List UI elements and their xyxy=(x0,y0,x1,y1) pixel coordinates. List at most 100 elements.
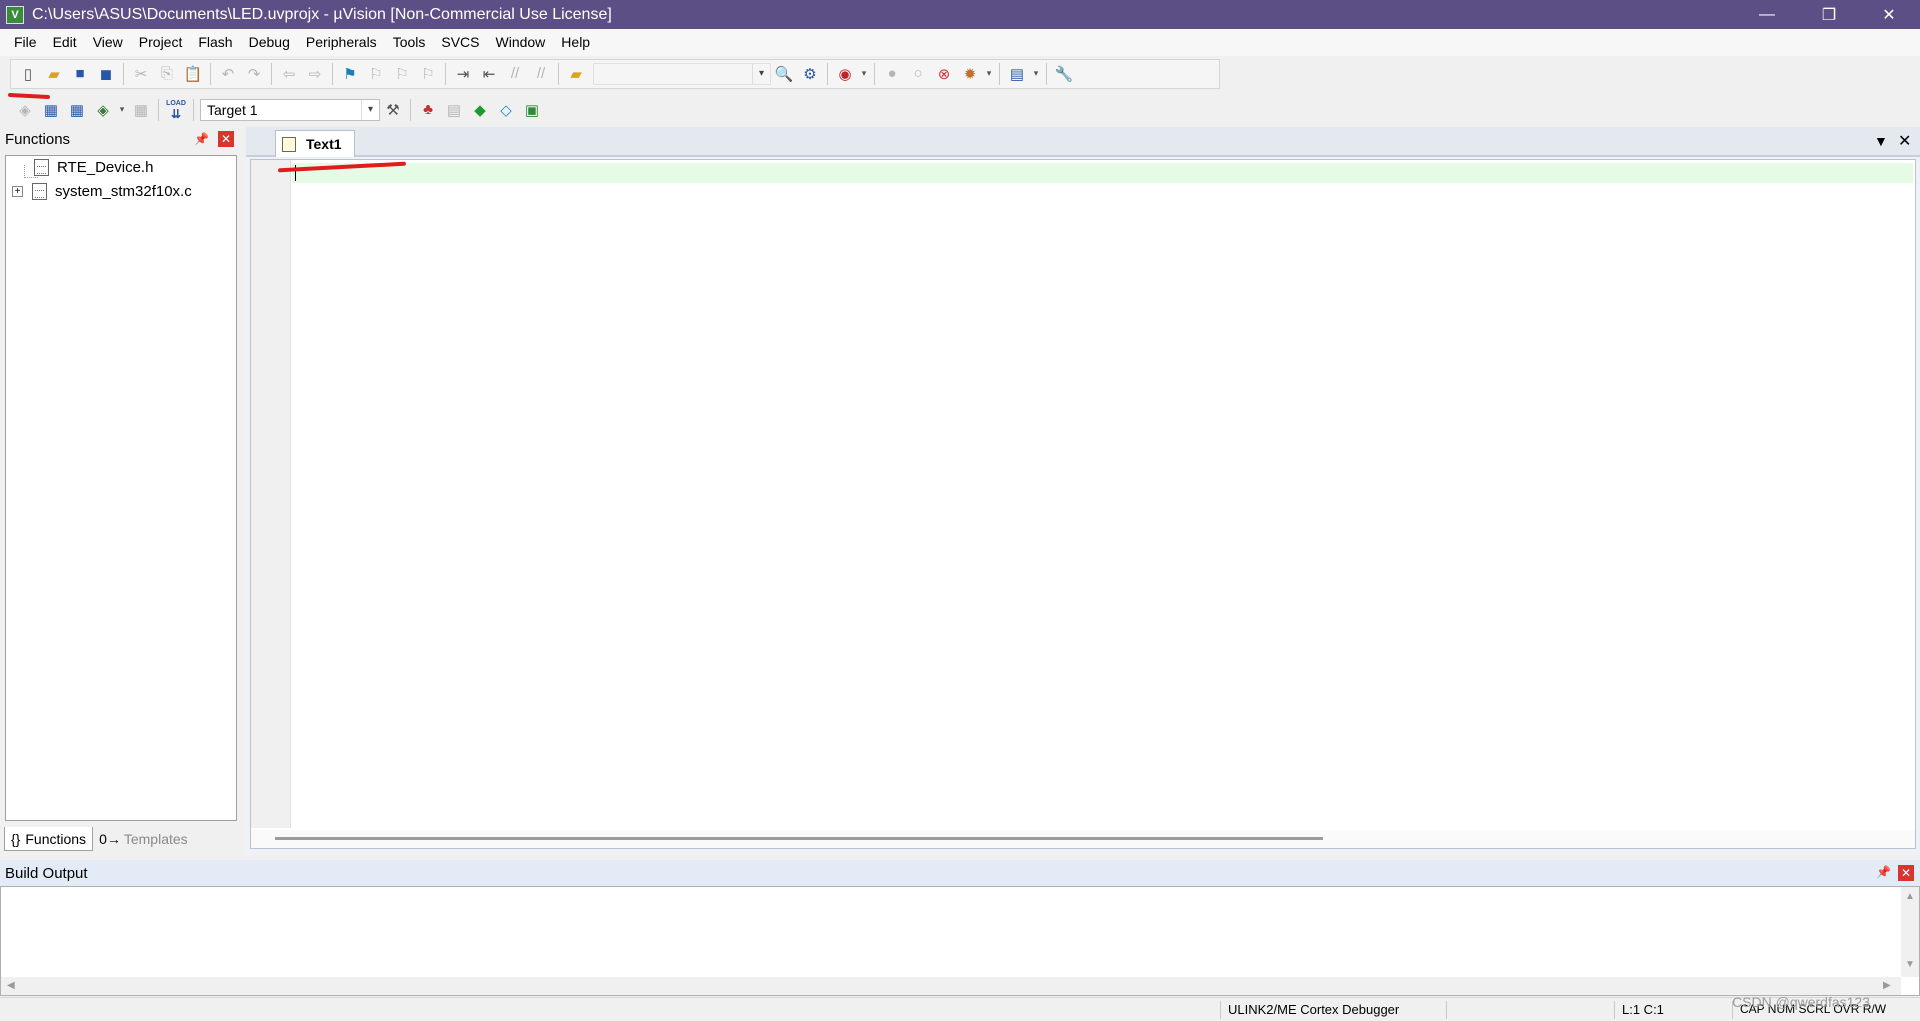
next-bookmark-icon[interactable]: ⚐ xyxy=(389,61,415,87)
restore-button[interactable]: ❐ xyxy=(1800,0,1858,29)
menu-window[interactable]: Window xyxy=(488,29,554,56)
tab-text1-label: Text1 xyxy=(306,136,342,152)
cut-icon[interactable]: ✂ xyxy=(128,61,154,87)
header-file-icon xyxy=(34,158,49,176)
incremental-find-icon[interactable]: 🔍 xyxy=(771,61,797,87)
paste-icon[interactable]: 📋 xyxy=(180,61,206,87)
tab-list-dropdown-icon[interactable]: ▼ xyxy=(1874,133,1888,149)
tree-item[interactable]: + system_stm32f10x.c xyxy=(12,180,192,202)
settings-wrench-icon[interactable]: 🔧 xyxy=(1051,61,1077,87)
templates-icon: 0→ xyxy=(99,831,121,847)
pin-icon[interactable]: 📌 xyxy=(194,132,209,146)
horizontal-scrollbar[interactable]: ◀ ▶ xyxy=(1,977,1901,995)
code-editor[interactable] xyxy=(250,159,1916,849)
device-icon[interactable]: ▣ xyxy=(519,97,545,123)
toolbar-separator xyxy=(999,62,1000,85)
horizontal-scrollbar[interactable] xyxy=(251,830,1915,848)
manage-rte-icon[interactable]: ◆ xyxy=(467,97,493,123)
menu-debug[interactable]: Debug xyxy=(241,29,298,56)
build-output-text[interactable]: ▲ ▼ ◀ ▶ xyxy=(0,886,1920,996)
redo-icon[interactable]: ↷ xyxy=(241,61,267,87)
toolbar-separator xyxy=(123,62,124,85)
indent-icon[interactable]: ⇥ xyxy=(450,61,476,87)
manage-project-items-icon[interactable]: ♣ xyxy=(415,97,441,123)
menu-project[interactable]: Project xyxy=(131,29,191,56)
target-select[interactable]: Target 1 ▾ xyxy=(200,98,380,121)
tab-templates[interactable]: 0→ Templates xyxy=(93,827,194,851)
clear-bookmarks-icon[interactable]: ⚐ xyxy=(415,61,441,87)
close-panel-icon[interactable]: ✕ xyxy=(1898,865,1914,881)
chevron-down-icon[interactable]: ▾ xyxy=(361,99,379,120)
breakpoint-icon[interactable]: ● xyxy=(879,61,905,87)
chevron-down-icon[interactable]: ▾ xyxy=(752,63,770,84)
save-all-icon[interactable]: ◼ xyxy=(93,61,119,87)
kill-breakpoints-icon[interactable]: ⊗ xyxy=(931,61,957,87)
menu-tools[interactable]: Tools xyxy=(385,29,434,56)
window-layout-icon[interactable]: ▤ xyxy=(1004,61,1030,87)
copy-icon[interactable]: ⎘ xyxy=(154,61,180,87)
vertical-scrollbar[interactable]: ▲ ▼ xyxy=(1901,887,1919,977)
toolbar-separator xyxy=(827,62,828,85)
configure-icon[interactable]: ⚙ xyxy=(797,61,823,87)
new-file-icon[interactable]: ▯ xyxy=(15,61,41,87)
menu-peripherals[interactable]: Peripherals xyxy=(298,29,385,56)
menu-help[interactable]: Help xyxy=(553,29,598,56)
menu-file[interactable]: File xyxy=(6,29,45,56)
uvision-app-icon: V xyxy=(6,5,24,24)
pack-installer-icon[interactable]: ◇ xyxy=(493,97,519,123)
tab-functions[interactable]: {} Functions xyxy=(4,827,94,851)
chevron-down-icon[interactable]: ▾ xyxy=(858,61,870,87)
build-icon[interactable]: ▦ xyxy=(38,97,64,123)
open-folder-icon[interactable]: ▰ xyxy=(41,61,67,87)
menu-view[interactable]: View xyxy=(85,29,131,56)
batch-build-icon[interactable]: ◈ xyxy=(90,97,116,123)
pin-icon[interactable]: 📌 xyxy=(1876,865,1891,879)
prev-bookmark-icon[interactable]: ⚐ xyxy=(363,61,389,87)
menu-svcs[interactable]: SVCS xyxy=(433,29,487,56)
bookmark-icon[interactable]: ⚑ xyxy=(337,61,363,87)
expand-plus-icon[interactable]: + xyxy=(12,185,23,197)
find-in-files-icon[interactable]: ▰ xyxy=(563,61,589,87)
new-document-icon xyxy=(282,136,296,152)
build-toolbar: ◈ ▦ ▦ ◈ ▾ ▦ LOAD ⇊ Target 1 ▾ ⚒ ♣ ▤ ◆ ◇ ▣ xyxy=(0,94,1920,125)
find-combo[interactable]: ▾ xyxy=(593,62,771,85)
tree-item[interactable]: RTE_Device.h xyxy=(34,156,153,178)
tab-functions-label: Functions xyxy=(25,830,87,847)
close-panel-icon[interactable]: ✕ xyxy=(218,131,234,147)
debug-session-icon[interactable]: ◉ xyxy=(832,61,858,87)
select-packs-icon[interactable]: ▤ xyxy=(441,97,467,123)
chevron-down-icon[interactable]: ▾ xyxy=(983,61,995,87)
scroll-left-icon[interactable]: ◀ xyxy=(7,980,15,991)
chevron-down-icon[interactable]: ▾ xyxy=(116,97,128,123)
scroll-up-icon[interactable]: ▲ xyxy=(1905,891,1915,902)
save-icon[interactable]: ■ xyxy=(67,61,93,87)
functions-panel-tabs: {} Functions 0→ Templates xyxy=(4,827,194,851)
kill-all-breakpoints-icon[interactable]: ✹ xyxy=(957,61,983,87)
navigate-forward-icon[interactable]: ⇨ xyxy=(302,61,328,87)
menu-edit[interactable]: Edit xyxy=(45,29,85,56)
target-options-icon[interactable]: ⚒ xyxy=(380,97,406,123)
unindent-icon[interactable]: ⇤ xyxy=(476,61,502,87)
close-tab-icon[interactable]: ✕ xyxy=(1898,131,1911,151)
undo-icon[interactable]: ↶ xyxy=(215,61,241,87)
uncomment-icon[interactable]: // xyxy=(528,61,554,87)
menu-flash[interactable]: Flash xyxy=(190,29,240,56)
stop-build-icon[interactable]: ▦ xyxy=(128,97,154,123)
disable-breakpoint-icon[interactable]: ○ xyxy=(905,61,931,87)
tab-text1[interactable]: Text1 xyxy=(275,130,355,157)
translate-icon[interactable]: ◈ xyxy=(12,97,38,123)
scroll-right-icon[interactable]: ▶ xyxy=(1883,980,1891,991)
scrollbar-thumb[interactable] xyxy=(275,837,1323,840)
navigate-back-icon[interactable]: ⇦ xyxy=(276,61,302,87)
toolbar-separator xyxy=(1046,62,1047,85)
scroll-down-icon[interactable]: ▼ xyxy=(1905,959,1915,970)
minimize-button[interactable]: — xyxy=(1738,0,1796,29)
source-file-icon xyxy=(32,182,47,200)
download-icon[interactable]: LOAD ⇊ xyxy=(163,97,189,123)
rebuild-icon[interactable]: ▦ xyxy=(64,97,90,123)
window-title: C:\Users\ASUS\Documents\LED.uvprojx - µV… xyxy=(32,5,612,23)
braces-icon: {} xyxy=(11,830,21,847)
comment-icon[interactable]: // xyxy=(502,61,528,87)
chevron-down-icon[interactable]: ▾ xyxy=(1030,61,1042,87)
close-button[interactable]: ✕ xyxy=(1860,0,1918,29)
